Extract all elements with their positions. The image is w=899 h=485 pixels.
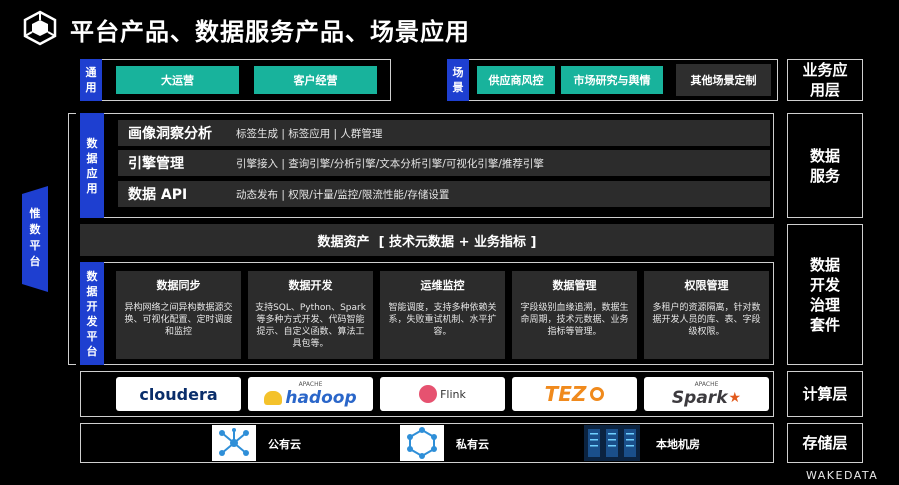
storage-label-onprem: 本地机房	[656, 438, 700, 451]
scene-tab-label: 场景	[452, 66, 464, 94]
hadoop-apache-text: APACHE	[298, 380, 323, 388]
data-assets-label: 数据资产 [ 技术元数据 + 业务指标 ]	[317, 234, 537, 250]
tez-swirl-icon	[590, 387, 605, 401]
service-row-profile[interactable]: 画像洞察分析 标签生成 | 标签应用 | 人群管理	[118, 120, 770, 146]
card-data-sync[interactable]: 数据同步 异构网络之间异构数据源交换、可视化配置、定时调度和监控	[116, 271, 241, 359]
tez-text: TEZ	[544, 382, 587, 406]
app-big-operation[interactable]: 大运营	[116, 66, 239, 94]
layer-dev-governance-label: 数据开发治理套件	[809, 255, 840, 334]
service-desc: 动态发布 | 权限/计量/监控/限流性能/存储设置	[236, 188, 450, 201]
hadoop-logo: APACHE hadoop	[248, 377, 373, 411]
spark-star-icon: ★	[728, 389, 742, 406]
layer-data-service: 数据服务	[787, 113, 863, 218]
brand-wordmark: WAKEDATA	[806, 469, 879, 482]
flink-text: Flink	[440, 387, 466, 401]
app-customer-management[interactable]: 客户经营	[254, 66, 377, 94]
data-assets-bar: 数据资产 [ 技术元数据 + 业务指标 ]	[80, 224, 774, 256]
card-title: 运维监控	[420, 279, 465, 292]
storage-label-public: 公有云	[268, 438, 301, 451]
general-tab: 通用	[80, 59, 102, 101]
layer-storage: 存储层	[787, 423, 863, 463]
card-title: 数据管理	[552, 279, 597, 292]
card-desc: 异构网络之间异构数据源交换、可视化配置、定时调度和监控	[124, 303, 233, 337]
server-room-icon	[584, 425, 640, 461]
card-desc: 支持SQL、Python、Spark等多种方式开发、代码智能提示、自定义函数、算…	[255, 303, 366, 349]
layer-business-app-label: 业务应用层	[802, 61, 848, 99]
service-name: 引擎管理	[128, 156, 184, 172]
layer-dev-governance: 数据开发治理套件	[787, 224, 863, 365]
service-row-api[interactable]: 数据 API 动态发布 | 权限/计量/监控/限流性能/存储设置	[118, 181, 770, 207]
page-title: 平台产品、数据服务产品、场景应用	[70, 18, 470, 46]
data-app-tab: 数据应用	[80, 113, 104, 218]
service-row-engine[interactable]: 引擎管理 引擎接入 | 查询引擎/分析引擎/文本分析引擎/可视化引擎/推荐引擎	[118, 150, 770, 176]
hadoop-text: hadoop	[285, 387, 357, 408]
app-supplier-risk[interactable]: 供应商风控	[477, 66, 555, 94]
card-desc: 智能调度，支持多种依赖关系，失败重试机制、水平扩容。	[388, 303, 497, 337]
scene-tab: 场景	[447, 59, 469, 101]
network-hub-icon	[212, 425, 256, 461]
layer-storage-label: 存储层	[802, 434, 848, 452]
general-tab-label: 通用	[85, 66, 97, 94]
service-desc: 引擎接入 | 查询引擎/分析引擎/文本分析引擎/可视化引擎/推荐引擎	[236, 157, 544, 170]
storage-label-private: 私有云	[456, 438, 489, 451]
app-market-research[interactable]: 市场研究与舆情	[561, 66, 663, 94]
cloudera-text: cloudera	[139, 384, 218, 404]
dev-platform-tab: 数据开发平台	[80, 262, 104, 365]
data-app-tab-label: 数据应用	[86, 136, 98, 195]
card-ops-monitor[interactable]: 运维监控 智能调度，支持多种依赖关系，失败重试机制、水平扩容。	[380, 271, 505, 359]
layer-business-app: 业务应用层	[787, 59, 863, 101]
card-desc: 多租户的资源隔离，针对数据开发人员的库、表、字段级权限。	[652, 303, 761, 337]
layer-compute: 计算层	[787, 371, 863, 417]
dev-platform-tab-label: 数据开发平台	[86, 269, 98, 358]
card-title: 数据同步	[156, 279, 201, 292]
service-name: 画像洞察分析	[128, 126, 212, 142]
service-name: 数据 API	[128, 187, 188, 203]
layer-data-service-label: 数据服务	[809, 146, 840, 185]
tez-logo: TEZ	[512, 377, 637, 411]
bracket-line	[68, 113, 76, 365]
card-data-dev[interactable]: 数据开发 支持SQL、Python、Spark等多种方式开发、代码智能提示、自定…	[248, 271, 373, 359]
spark-text: Spark	[671, 387, 728, 408]
card-title: 权限管理	[684, 279, 729, 292]
card-desc: 字段级别血缘追溯，数据生命周期，技术元数据、业务指标等管理。	[520, 303, 629, 337]
spark-logo: APACHE Spark ★	[644, 377, 769, 411]
spark-apache-text: APACHE	[694, 380, 719, 388]
app-custom-scene[interactable]: 其他场景定制	[676, 64, 771, 96]
hexagon-network-icon	[400, 425, 444, 461]
service-desc: 标签生成 | 标签应用 | 人群管理	[236, 127, 383, 140]
card-permission[interactable]: 权限管理 多租户的资源隔离，针对数据开发人员的库、表、字段级权限。	[644, 271, 769, 359]
hadoop-elephant-icon	[264, 390, 283, 405]
logo-cube-icon	[22, 10, 58, 46]
flink-squirrel-icon	[419, 385, 438, 403]
platform-label: 惟数平台	[29, 207, 41, 268]
cloudera-logo: cloudera	[116, 377, 241, 411]
card-title: 数据开发	[288, 279, 333, 292]
layer-compute-label: 计算层	[802, 385, 848, 403]
card-data-management[interactable]: 数据管理 字段级别血缘追溯，数据生命周期，技术元数据、业务指标等管理。	[512, 271, 637, 359]
flink-logo: Flink	[380, 377, 505, 411]
